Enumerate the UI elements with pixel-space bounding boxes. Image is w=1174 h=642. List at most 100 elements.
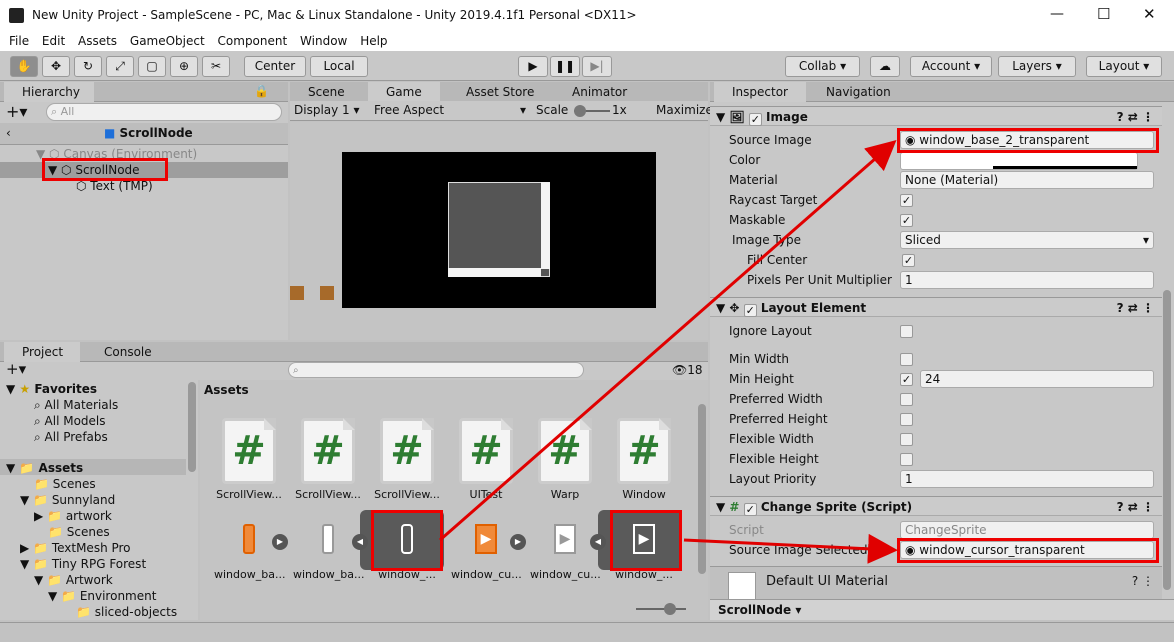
tree-all-models[interactable]: ⌕ All Models [34, 413, 106, 429]
move-tool-button[interactable]: ✥ [42, 56, 70, 77]
tab-game[interactable]: Game [368, 82, 440, 102]
menu-window[interactable]: Window [300, 31, 347, 51]
asset-script[interactable]: # ScrollView... [372, 418, 442, 501]
asset-sprite[interactable]: ▶ window_cu... [451, 524, 522, 581]
flex-width-checkbox[interactable] [900, 433, 913, 446]
pivot-center-button[interactable]: Center [244, 56, 306, 77]
minimize-button[interactable]: — [1050, 6, 1064, 22]
display-dropdown[interactable]: Display 1 ▾ [294, 103, 360, 117]
scale-slider[interactable] [574, 105, 610, 117]
tree-textmesh-pro[interactable]: ▶ 📁 TextMesh Pro [20, 540, 131, 556]
menu-assets[interactable]: Assets [78, 31, 117, 51]
material-field[interactable]: None (Material) [900, 171, 1154, 189]
tree-scrollbar[interactable] [188, 382, 196, 472]
maskable-checkbox[interactable]: ✓ [900, 214, 913, 227]
hierarchy-item-canvas[interactable]: ▼ ⬡ Canvas (Environment) [36, 146, 197, 162]
asset-sprite[interactable]: window_ba... [214, 524, 285, 581]
fill-center-checkbox[interactable]: ✓ [902, 254, 915, 267]
menu-file[interactable]: File [9, 31, 29, 51]
tree-artwork-2[interactable]: ▼ 📁 Artwork [34, 572, 113, 588]
account-dropdown[interactable]: Account ▾ [910, 56, 992, 77]
layout-dropdown[interactable]: Layout ▾ [1086, 56, 1162, 77]
asset-script[interactable]: # ScrollView... [214, 418, 284, 501]
footer-object-dropdown[interactable]: ScrollNode ▾ [718, 603, 801, 617]
hand-tool-button[interactable]: ✋ [10, 56, 38, 77]
layers-dropdown[interactable]: Layers ▾ [998, 56, 1076, 77]
game-view[interactable] [290, 122, 708, 340]
create-button[interactable]: +▾ [6, 360, 26, 378]
priority-field[interactable]: 1 [900, 470, 1154, 488]
min-height-field[interactable]: 24 [920, 370, 1154, 388]
material-help-icon[interactable]: ? ⋮ [1132, 574, 1154, 588]
tab-inspector[interactable]: Inspector [714, 82, 806, 102]
ignore-layout-checkbox[interactable] [900, 325, 913, 338]
inspector-scrollbar[interactable] [1163, 290, 1171, 590]
tab-scene[interactable]: Scene [290, 82, 368, 102]
maximize-toggle[interactable]: Maximize [656, 103, 713, 117]
collapse-arrow-icon[interactable]: ◀ [352, 534, 368, 550]
asset-script[interactable]: # UITest [451, 418, 521, 501]
expand-arrow-icon[interactable]: ▶ [272, 534, 288, 550]
cloud-button[interactable]: ☁ [870, 56, 900, 77]
tree-scenes-2[interactable]: 📁 Scenes [48, 524, 110, 540]
menu-help[interactable]: Help [360, 31, 387, 51]
script-enabled-checkbox[interactable]: ✓ [743, 503, 757, 516]
pref-width-checkbox[interactable] [900, 393, 913, 406]
source-selected-field[interactable]: ◉ window_cursor_transparent [900, 541, 1154, 559]
tree-favorites[interactable]: ▼ ★ Favorites [6, 381, 97, 397]
image-component-header[interactable]: ▼ 🖼 ✓ Image ? ⇄ ⋮ [710, 106, 1162, 126]
tab-console[interactable]: Console [86, 342, 176, 362]
tab-asset-store[interactable]: Asset Store [448, 82, 548, 102]
asset-script[interactable]: # Warp [530, 418, 600, 501]
play-button[interactable]: ▶ [518, 56, 548, 77]
back-arrow-icon[interactable]: ‹ [6, 126, 11, 140]
ppu-field[interactable]: 1 [900, 271, 1154, 289]
hierarchy-search-input[interactable]: ⌕ All [46, 103, 282, 121]
asset-sprite[interactable]: ▶ window_... [609, 524, 679, 581]
menu-component[interactable]: Component [218, 31, 288, 51]
aspect-dropdown[interactable]: Free Aspect ▾ [374, 103, 530, 117]
tree-sliced-objects[interactable]: 📁 sliced-objects [76, 604, 177, 620]
pause-button[interactable]: ❚❚ [550, 56, 580, 77]
icon-size-slider[interactable] [636, 603, 686, 615]
menu-edit[interactable]: Edit [42, 31, 65, 51]
image-type-dropdown[interactable]: Sliced ▾ [900, 231, 1154, 249]
tab-hierarchy[interactable]: Hierarchy [4, 82, 94, 102]
maximize-button[interactable]: ☐ [1097, 5, 1110, 23]
transform-tool-button[interactable]: ⊕ [170, 56, 198, 77]
lock-icon[interactable]: 🔒 [254, 84, 269, 98]
layout-element-header[interactable]: ▼ ✥ ✓ Layout Element ? ⇄ ⋮ [710, 297, 1162, 317]
tree-artwork[interactable]: ▶ 📁 artwork [34, 508, 112, 524]
asset-sprite[interactable]: ▶ window_cu... [530, 524, 601, 581]
tree-all-materials[interactable]: ⌕ All Materials [34, 397, 118, 413]
layout-enabled-checkbox[interactable]: ✓ [743, 304, 757, 317]
flex-height-checkbox[interactable] [900, 453, 913, 466]
collapse-arrow-icon[interactable]: ◀ [590, 534, 606, 550]
asset-script[interactable]: # ScrollView... [293, 418, 363, 501]
assets-scrollbar[interactable] [698, 404, 706, 574]
custom-tool-button[interactable]: ✂ [202, 56, 230, 77]
tree-all-prefabs[interactable]: ⌕ All Prefabs [34, 429, 108, 445]
close-button[interactable]: ✕ [1143, 5, 1156, 23]
change-sprite-header[interactable]: ▼ # ✓ Change Sprite (Script) ? ⇄ ⋮ [710, 496, 1162, 516]
pivot-local-button[interactable]: Local [310, 56, 368, 77]
raycast-checkbox[interactable]: ✓ [900, 194, 913, 207]
hierarchy-item-text[interactable]: ⬡ Text (TMP) [76, 178, 153, 194]
tab-project[interactable]: Project [4, 342, 80, 362]
project-search-input[interactable]: ⌕ [288, 362, 584, 378]
min-height-checkbox[interactable]: ✓ [900, 373, 913, 386]
add-button[interactable]: +▾ [6, 102, 27, 121]
rotate-tool-button[interactable]: ↻ [74, 56, 102, 77]
tab-animator[interactable]: Animator [554, 82, 654, 102]
min-width-checkbox[interactable] [900, 353, 913, 366]
tab-navigation[interactable]: Navigation [808, 82, 912, 102]
menu-gameobject[interactable]: GameObject [130, 31, 205, 51]
asset-script[interactable]: # Window [609, 418, 679, 501]
collab-button[interactable]: Collab ▾ [785, 56, 860, 77]
tree-assets[interactable]: ▼ 📁 Assets [6, 460, 83, 476]
pref-height-checkbox[interactable] [900, 413, 913, 426]
image-enabled-checkbox[interactable]: ✓ [748, 113, 762, 126]
color-field[interactable] [900, 152, 1138, 170]
rect-tool-button[interactable]: ▢ [138, 56, 166, 77]
step-button[interactable]: ▶| [582, 56, 612, 77]
